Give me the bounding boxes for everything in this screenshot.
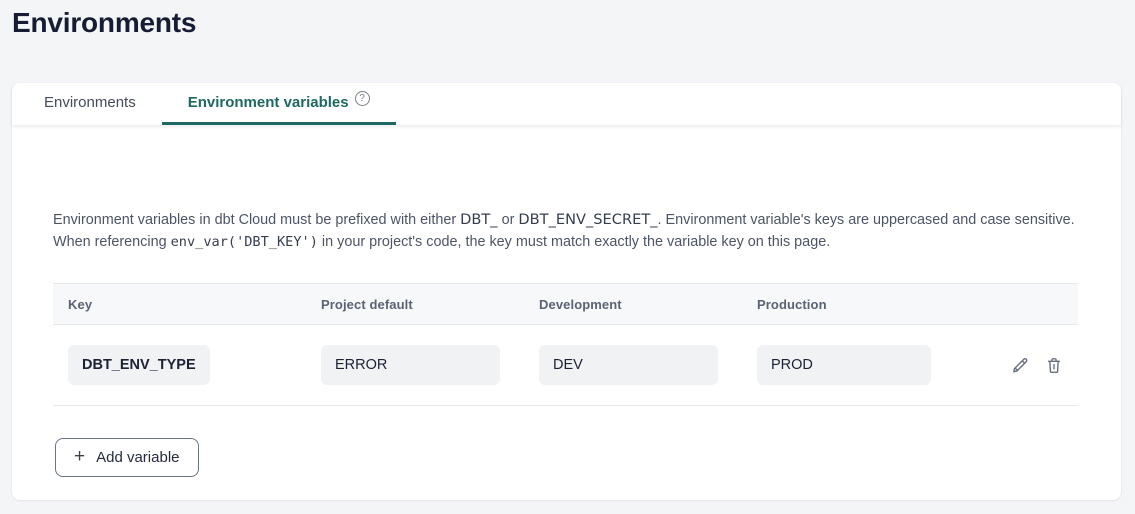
description-segment: env_var('DBT_KEY') xyxy=(171,234,318,250)
cell-actions xyxy=(955,354,1078,376)
description-segment: or xyxy=(498,212,519,228)
column-header-development: Development xyxy=(524,297,742,312)
environment-variables-table: Key Project default Development Producti… xyxy=(53,283,1078,406)
add-variable-button[interactable]: + Add variable xyxy=(55,438,199,477)
edit-variable-button[interactable] xyxy=(1009,354,1030,376)
project-default-value: ERROR xyxy=(321,345,500,385)
delete-variable-button[interactable] xyxy=(1043,354,1064,376)
description-segment: Environment variables in dbt Cloud must … xyxy=(53,212,460,228)
cell-project-default: ERROR xyxy=(306,345,524,385)
environments-card: Environments Environment variables ? Env… xyxy=(12,83,1121,500)
key-value: DBT_ENV_TYPE xyxy=(68,345,210,385)
description-segment: in your project's code, the key must mat… xyxy=(318,234,830,250)
column-header-project-default: Project default xyxy=(306,297,524,312)
production-value: PROD xyxy=(757,345,931,385)
page-title: Environments xyxy=(12,7,196,39)
pencil-icon xyxy=(1010,355,1030,376)
table-header-row: Key Project default Development Producti… xyxy=(53,284,1078,325)
description-segment: DBT_ENV_SECRET_ xyxy=(518,211,657,228)
tab-environment-variables-label: Environment variables xyxy=(188,94,349,111)
column-header-key: Key xyxy=(53,297,306,312)
cell-development: DEV xyxy=(524,345,742,385)
tab-bar: Environments Environment variables ? xyxy=(12,83,1121,125)
tab-environments[interactable]: Environments xyxy=(18,83,162,125)
table-row: DBT_ENV_TYPE ERROR DEV PROD xyxy=(53,325,1078,405)
development-value: DEV xyxy=(539,345,718,385)
tab-environment-variables[interactable]: Environment variables ? xyxy=(162,83,396,125)
cell-key: DBT_ENV_TYPE xyxy=(53,345,306,385)
cell-production: PROD xyxy=(742,345,955,385)
tab-panel-environment-variables: Environment variables in dbt Cloud must … xyxy=(12,125,1121,477)
help-circle-icon[interactable]: ? xyxy=(355,91,370,106)
description: Environment variables in dbt Cloud must … xyxy=(53,209,1078,253)
description-segment: DBT_ xyxy=(460,211,497,228)
plus-icon: + xyxy=(74,447,85,466)
add-variable-label: Add variable xyxy=(96,449,179,466)
column-header-production: Production xyxy=(742,297,955,312)
trash-icon xyxy=(1044,355,1064,376)
tab-environments-label: Environments xyxy=(44,94,136,111)
